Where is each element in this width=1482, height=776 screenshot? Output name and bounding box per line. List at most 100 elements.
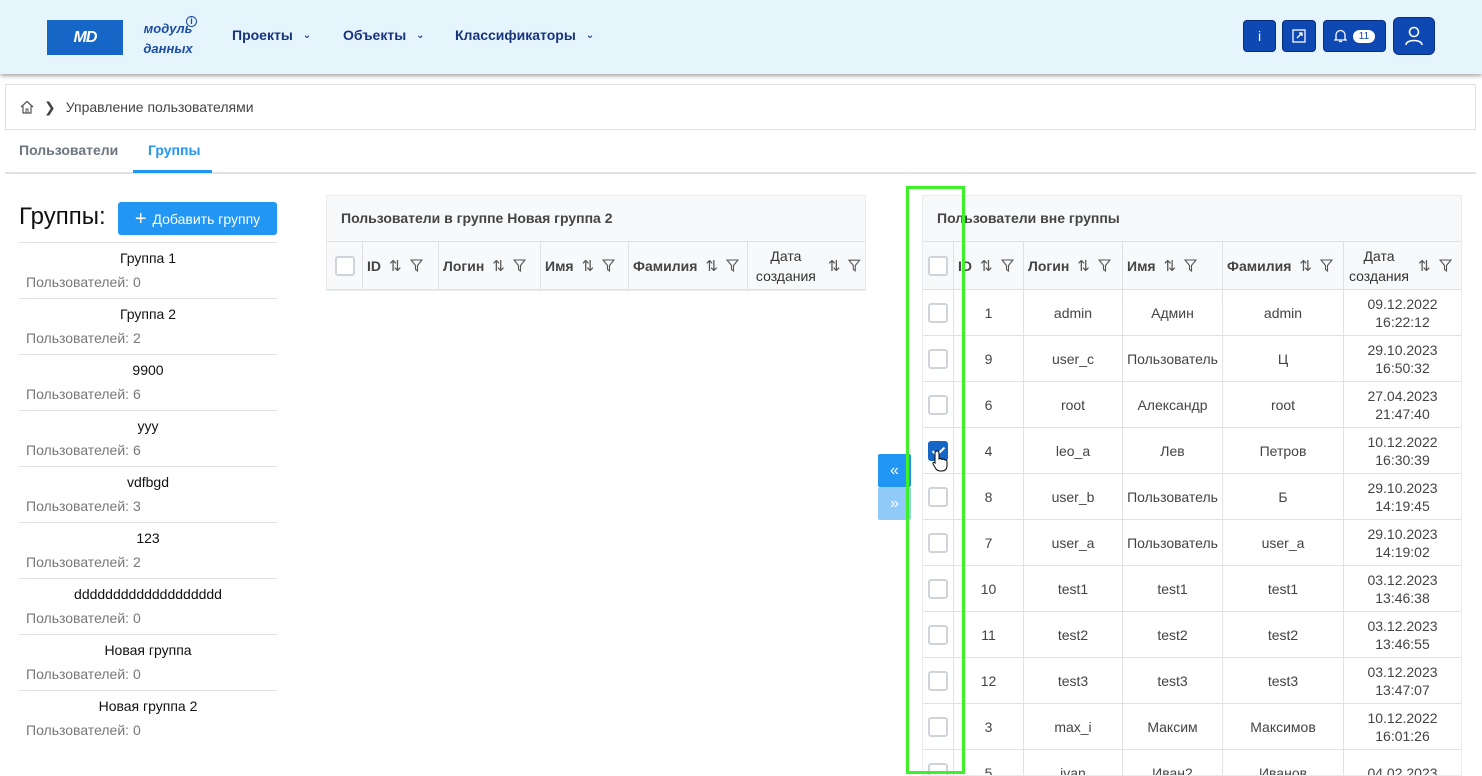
row-checkbox[interactable] bbox=[928, 394, 948, 415]
row-checkbox[interactable] bbox=[928, 486, 948, 507]
table-row[interactable]: 5 ivan Иван2 Иванов 04.02.2023 bbox=[923, 750, 1461, 776]
row-select-cell bbox=[923, 566, 954, 611]
row-checkbox[interactable] bbox=[928, 302, 948, 323]
select-all-cell bbox=[327, 242, 363, 289]
cell-created-time: 16:30:39 bbox=[1375, 451, 1430, 468]
mouse-cursor-icon bbox=[932, 450, 948, 472]
table-row[interactable]: 10 test1 test1 test1 03.12.2023 13:46:38 bbox=[923, 566, 1461, 612]
logo-line2: данных bbox=[143, 41, 193, 56]
select-all-checkbox[interactable] bbox=[928, 255, 948, 276]
row-checkbox[interactable] bbox=[928, 624, 948, 645]
cell-name: Иван2 bbox=[1123, 750, 1223, 775]
col-created[interactable]: Дата создания ⇅ bbox=[748, 242, 865, 289]
group-list-item[interactable]: vdfbgd Пользователей: 3 bbox=[19, 466, 277, 522]
filter-icon[interactable] bbox=[1000, 259, 1014, 272]
filter-icon[interactable] bbox=[602, 259, 616, 272]
filter-icon[interactable] bbox=[409, 259, 423, 272]
cell-login: test2 bbox=[1024, 612, 1123, 657]
table-row[interactable]: 11 test2 test2 test2 03.12.2023 13:46:55 bbox=[923, 612, 1461, 658]
tab-users[interactable]: Пользователи bbox=[19, 142, 118, 158]
sort-icon[interactable]: ⇅ bbox=[1077, 257, 1090, 275]
row-checkbox[interactable] bbox=[928, 670, 948, 691]
sort-icon[interactable]: ⇅ bbox=[1164, 257, 1177, 275]
info-button[interactable]: i bbox=[1243, 20, 1276, 52]
table-row[interactable]: 3 max_i Максим Максимов 10.12.2022 16:01:26 bbox=[923, 704, 1461, 750]
table-row[interactable]: 9 user_c Пользователь Ц 29.10.2023 16:50:32 bbox=[923, 336, 1461, 382]
nav-objects[interactable]: Объекты ⌄ bbox=[343, 27, 425, 43]
cell-created: 04.02.2023 bbox=[1344, 750, 1461, 776]
filter-icon[interactable] bbox=[1097, 259, 1111, 272]
sort-icon[interactable]: ⇅ bbox=[1299, 257, 1312, 275]
breadcrumb: ❯ Управление пользователями bbox=[5, 84, 1476, 130]
group-list-item[interactable]: ddddddddddddddddddd Пользователей: 0 bbox=[19, 578, 277, 634]
row-checkbox[interactable] bbox=[928, 762, 948, 775]
cell-created-time: 13:47:07 bbox=[1375, 681, 1430, 698]
col-surname[interactable]: Фамилия ⇅ bbox=[1223, 242, 1344, 289]
group-list-item[interactable]: yyy Пользователей: 6 bbox=[19, 410, 277, 466]
table-row[interactable]: 4 leo_a Лев Петров 10.12.2022 16:30:39 bbox=[923, 428, 1461, 474]
row-checkbox[interactable] bbox=[928, 716, 948, 737]
filter-icon[interactable] bbox=[725, 259, 739, 272]
add-group-button[interactable]: + Добавить группу bbox=[118, 202, 277, 235]
col-created[interactable]: Дата создания ⇅ bbox=[1344, 242, 1461, 289]
tab-active-indicator bbox=[133, 170, 212, 173]
group-list-item[interactable]: Группа 2 Пользователей: 2 bbox=[19, 298, 277, 354]
user-profile-button[interactable] bbox=[1393, 17, 1435, 55]
table-row[interactable]: 6 root Александр root 27.04.2023 21:47:40 bbox=[923, 382, 1461, 428]
col-surname[interactable]: Фамилия ⇅ bbox=[629, 242, 748, 289]
tab-groups[interactable]: Группы bbox=[148, 142, 200, 158]
group-list-item[interactable]: 9900 Пользователей: 6 bbox=[19, 354, 277, 410]
sort-icon[interactable]: ⇅ bbox=[582, 257, 595, 275]
external-link-button[interactable] bbox=[1282, 20, 1316, 52]
col-id[interactable]: ID ⇅ bbox=[954, 242, 1024, 289]
cell-surname: test1 bbox=[1223, 566, 1344, 611]
app-logo[interactable]: MD bbox=[47, 20, 123, 55]
col-created-label: Дата создания bbox=[755, 247, 816, 284]
home-icon[interactable] bbox=[20, 100, 34, 114]
filter-icon[interactable] bbox=[1184, 259, 1198, 272]
col-name-label: Имя bbox=[545, 257, 574, 274]
cell-created-time: 16:50:32 bbox=[1375, 359, 1430, 376]
sort-icon[interactable]: ⇅ bbox=[828, 257, 841, 275]
col-login[interactable]: Логин ⇅ bbox=[439, 242, 541, 289]
group-user-count: Пользователей: 0 bbox=[26, 274, 141, 290]
group-name: yyy bbox=[137, 418, 159, 434]
notifications-button[interactable]: 11 bbox=[1323, 20, 1386, 52]
groups-heading: Группы: bbox=[19, 203, 106, 230]
group-list-item[interactable]: 123 Пользователей: 2 bbox=[19, 522, 277, 578]
filter-icon[interactable] bbox=[1438, 259, 1452, 272]
group-list: Группа 1 Пользователей: 0 Группа 2 Пользова… bbox=[19, 242, 277, 746]
filter-icon[interactable] bbox=[848, 259, 861, 272]
sort-icon[interactable]: ⇅ bbox=[492, 257, 505, 275]
row-checkbox[interactable] bbox=[928, 578, 948, 599]
remove-from-group-button[interactable]: » bbox=[878, 487, 911, 520]
row-checkbox[interactable] bbox=[928, 532, 948, 553]
nav-projects[interactable]: Проекты ⌄ bbox=[232, 27, 311, 43]
col-id[interactable]: ID ⇅ bbox=[363, 242, 439, 289]
group-list-item[interactable]: Группа 1 Пользователей: 0 bbox=[19, 242, 277, 298]
cell-name: Админ bbox=[1123, 290, 1223, 335]
col-name[interactable]: Имя ⇅ bbox=[1123, 242, 1223, 289]
table-row[interactable]: 8 user_b Пользователь Б 29.10.2023 14:19:45 bbox=[923, 474, 1461, 520]
move-to-group-button[interactable]: « bbox=[878, 454, 911, 487]
table-row[interactable]: 1 admin Админ admin 09.12.2022 16:22:12 bbox=[923, 290, 1461, 336]
filter-icon[interactable] bbox=[512, 259, 526, 272]
plus-icon: + bbox=[134, 207, 147, 230]
row-checkbox[interactable] bbox=[928, 348, 948, 369]
sort-icon[interactable]: ⇅ bbox=[705, 257, 718, 275]
select-all-checkbox[interactable] bbox=[334, 255, 355, 276]
col-login[interactable]: Логин ⇅ bbox=[1024, 242, 1123, 289]
cell-login: max_i bbox=[1024, 704, 1123, 749]
sort-icon[interactable]: ⇅ bbox=[389, 257, 402, 275]
group-list-item[interactable]: Новая группа Пользователей: 0 bbox=[19, 634, 277, 690]
group-list-item[interactable]: Новая группа 2 Пользователей: 0 bbox=[19, 690, 277, 746]
table-row[interactable]: 12 test3 test3 test3 03.12.2023 13:47:07 bbox=[923, 658, 1461, 704]
sort-icon[interactable]: ⇅ bbox=[1418, 257, 1431, 275]
table-row[interactable]: 7 user_a Пользователь user_a 29.10.2023 14:19… bbox=[923, 520, 1461, 566]
filter-icon[interactable] bbox=[1319, 259, 1333, 272]
group-name: ddddddddddddddddddd bbox=[74, 586, 222, 602]
double-chevron-left-icon: « bbox=[890, 461, 899, 479]
sort-icon[interactable]: ⇅ bbox=[980, 257, 993, 275]
col-name[interactable]: Имя ⇅ bbox=[541, 242, 629, 289]
nav-classifiers[interactable]: Классификаторы ⌄ bbox=[455, 27, 594, 43]
